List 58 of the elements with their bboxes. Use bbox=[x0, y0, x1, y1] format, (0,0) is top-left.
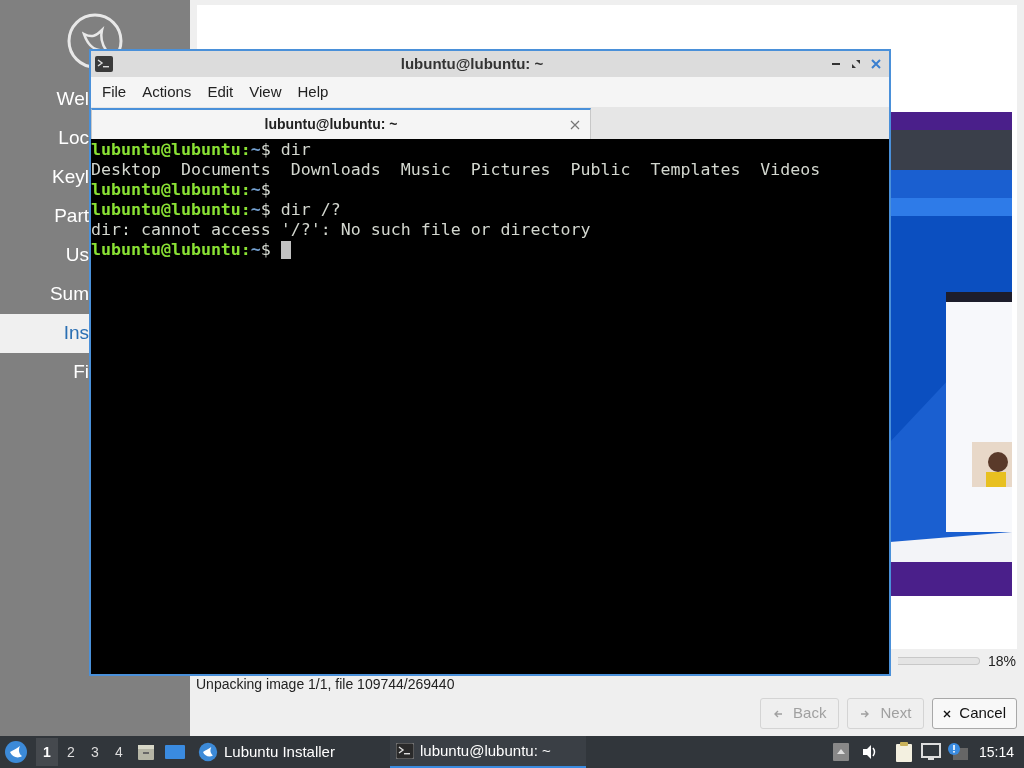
lubuntu-icon bbox=[198, 742, 218, 762]
sidebar-item[interactable]: Wel bbox=[0, 80, 89, 119]
output-line: dir: cannot access '/?': No such file or directory bbox=[91, 220, 591, 240]
notification-icon[interactable] bbox=[946, 742, 969, 762]
cancel-button[interactable]: Cancel bbox=[932, 698, 1017, 729]
tab-label: lubuntu@lubuntu: ~ bbox=[263, 115, 399, 134]
prompt-sign: $ bbox=[260, 180, 271, 200]
command-text: dir /? bbox=[279, 200, 341, 220]
sidebar-item[interactable]: Loc bbox=[0, 119, 89, 158]
menu-item[interactable]: Edit bbox=[199, 80, 242, 104]
prompt-user: lubuntu@lubuntu: bbox=[91, 180, 251, 200]
sidebar-item[interactable]: Part bbox=[0, 197, 89, 236]
sidebar-item[interactable]: Keyl bbox=[0, 158, 89, 197]
workspace-button[interactable]: 1 bbox=[36, 738, 58, 766]
file-manager-icon[interactable] bbox=[136, 742, 156, 762]
menu-item[interactable]: Help bbox=[289, 80, 337, 104]
network-icon[interactable] bbox=[920, 743, 941, 761]
workspace-button[interactable]: 2 bbox=[60, 738, 82, 766]
maximize-icon[interactable] bbox=[851, 59, 861, 69]
desktop-icon[interactable] bbox=[164, 743, 186, 761]
terminal-icon bbox=[396, 743, 414, 759]
prompt-user: lubuntu@lubuntu: bbox=[91, 240, 251, 260]
prompt-sign: $ bbox=[260, 200, 271, 220]
prompt-user: lubuntu@lubuntu: bbox=[91, 200, 251, 220]
tab-close-icon[interactable] bbox=[570, 119, 580, 130]
taskbar-task[interactable]: lubuntu@lubuntu: ~ bbox=[390, 736, 586, 768]
arrow-right-icon bbox=[860, 708, 871, 719]
close-icon[interactable] bbox=[871, 59, 881, 69]
close-icon bbox=[943, 709, 952, 718]
sidebar-item[interactable]: Fi bbox=[0, 353, 89, 392]
clock: 15:14 bbox=[978, 742, 1015, 762]
prompt-path: ~ bbox=[250, 240, 261, 260]
prompt-path: ~ bbox=[250, 140, 261, 160]
sidebar-item[interactable]: Ins bbox=[0, 314, 89, 353]
prompt-sign: $ bbox=[260, 240, 271, 260]
status-text: Unpacking image 1/1, file 109744/269440 bbox=[195, 676, 456, 692]
sidebar-item[interactable]: Sum bbox=[0, 275, 89, 314]
arrow-left-icon bbox=[773, 708, 784, 719]
menu-item[interactable]: Actions bbox=[134, 80, 200, 104]
workspace-button[interactable]: 3 bbox=[84, 738, 106, 766]
menu-item[interactable]: View bbox=[241, 80, 290, 104]
output-line: Desktop Documents Downloads Music Pictures Public Templates Videos bbox=[91, 160, 821, 180]
progress-percentage: 18% bbox=[987, 651, 1016, 671]
prompt-path: ~ bbox=[250, 200, 261, 220]
start-menu-icon[interactable] bbox=[4, 740, 28, 764]
clipboard-icon[interactable] bbox=[894, 741, 913, 763]
workspace-button[interactable]: 4 bbox=[108, 738, 130, 766]
taskbar-task[interactable]: Lubuntu Installer bbox=[194, 736, 390, 768]
menu-item[interactable]: File bbox=[94, 80, 135, 104]
command-text: dir bbox=[279, 140, 311, 160]
prompt-sign: $ bbox=[260, 140, 271, 160]
tray-expand-icon[interactable] bbox=[832, 743, 849, 761]
terminal-tab[interactable]: lubuntu@lubuntu: ~ bbox=[91, 108, 591, 139]
prompt-path: ~ bbox=[250, 180, 261, 200]
window-title: lubuntu@lubuntu: ~ bbox=[400, 53, 544, 74]
prompt-user: lubuntu@lubuntu: bbox=[91, 140, 251, 160]
sidebar-item[interactable]: Us bbox=[0, 236, 89, 275]
terminal-icon bbox=[95, 56, 113, 72]
